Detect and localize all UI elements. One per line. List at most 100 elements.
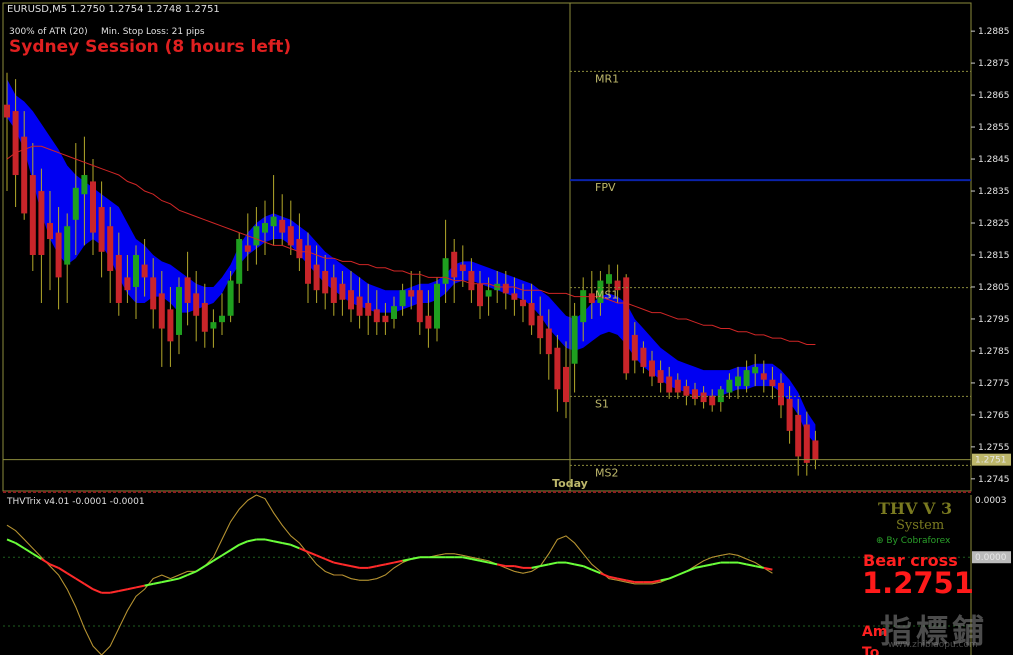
trix-slow-segment (144, 582, 154, 587)
trix-slow-segment (660, 577, 670, 582)
trix-slow-segment (711, 561, 722, 566)
candle-body (563, 366, 569, 403)
candle-body (391, 306, 397, 319)
price-axis: 1.2885 1.2875 1.2865 1.2855 1.2845 1.2835 1.28… (971, 27, 1011, 485)
candle-body (640, 347, 647, 367)
atr-text: 300% of ATR (20) (9, 27, 88, 37)
candle-body (812, 440, 819, 460)
candle-body (692, 389, 698, 399)
candle-body (795, 414, 802, 457)
candle-body (219, 315, 225, 323)
candle-body (227, 280, 234, 316)
candle-body (305, 245, 311, 284)
candle (717, 386, 724, 412)
price-tick-label: 1.2825 (978, 219, 1010, 229)
candle-body (468, 270, 475, 291)
candle-body (683, 386, 690, 396)
candle (133, 245, 139, 319)
trix-slow-segment (410, 556, 421, 560)
trix-slow-segment (187, 570, 197, 576)
candle-body (752, 366, 759, 374)
top-tag: 0.0003 (975, 496, 1007, 506)
trix-slow-segment (15, 542, 25, 550)
candle-body (786, 398, 793, 431)
candle (399, 283, 406, 316)
trix-slow-segment (548, 561, 558, 566)
candle-body (373, 309, 380, 323)
trix-slow-segment (763, 566, 773, 571)
candle-body (253, 226, 260, 246)
copyright-icon: ⊕ (876, 536, 887, 546)
candle-body (313, 264, 320, 291)
stop-loss-text: Min. Stop Loss: 21 pips (101, 27, 205, 37)
candle-body (769, 379, 776, 387)
candle (253, 207, 260, 265)
candle-body (451, 251, 458, 278)
trix-slow-segment (247, 538, 257, 543)
trix-slow-segment (135, 584, 145, 589)
trix-slow-segment (118, 588, 128, 592)
candle-body (416, 290, 423, 323)
level-label: MS2 (595, 466, 618, 479)
candle-body (115, 254, 122, 303)
trix-indicator: 0.0000 0.0003 (3, 494, 1011, 655)
candle-body (580, 290, 587, 323)
trix-slow-segment (703, 563, 713, 568)
trix-slow-segment (212, 554, 223, 562)
trix-slow-segment (23, 547, 34, 555)
candle-body (434, 283, 440, 329)
price-tick-label: 1.2745 (978, 475, 1010, 485)
watermark-url: www.zhibiaopu.com (888, 640, 978, 650)
candle-body (158, 293, 165, 329)
price-tick-label: 1.2785 (978, 347, 1010, 357)
candle-body (141, 264, 148, 278)
price-tick-label: 1.2835 (978, 187, 1010, 197)
price-tick-label: 1.2805 (978, 283, 1010, 293)
candle-body (356, 296, 363, 316)
candle-body (425, 315, 432, 329)
candle-body (382, 315, 389, 323)
trix-slow-segment (75, 577, 85, 585)
price-tick-label: 1.2875 (978, 59, 1010, 69)
main-frame (2, 2, 972, 492)
candle (90, 159, 96, 255)
trix-slow-segment (694, 565, 704, 569)
trix-slow-segment (161, 579, 171, 584)
price-chart[interactable]: TodayMR1FPVMS1S1MS2 1.28851.28751.28651.… (0, 0, 1013, 655)
candle-body (631, 334, 638, 361)
signal-price: 1.2751 (862, 566, 974, 600)
price-tick-label: 1.2845 (978, 155, 1010, 165)
price-tick-label: 1.2755 (978, 443, 1010, 453)
symbol-line: EURUSD,M5 1.2750 1.2754 1.2748 1.2751 (7, 4, 220, 15)
candle (434, 277, 440, 342)
candle-body (700, 392, 707, 403)
panel-tag-2: To (862, 645, 880, 655)
candle-body (47, 223, 53, 240)
candle-body (262, 223, 268, 233)
trix-slow-segment (582, 565, 593, 571)
candle-body (709, 395, 716, 406)
candle-body (649, 360, 655, 377)
candle-body (657, 370, 664, 383)
trix-slow-segment (170, 577, 180, 582)
candle (176, 277, 182, 355)
trix-slow-segment (625, 579, 636, 584)
price-tick-label: 1.2865 (978, 91, 1010, 101)
price-tick-label: 1.2885 (978, 27, 1010, 37)
candle (262, 200, 268, 255)
candle-body (81, 175, 88, 195)
candle-body (64, 226, 71, 265)
candle-body (520, 299, 526, 307)
trix-slow-segment (264, 538, 274, 543)
candle-body (210, 322, 217, 329)
trix-fast-line (6, 494, 773, 655)
indicator-label: THVTrix v4.01 -0.0001 -0.0001 (7, 497, 145, 507)
trix-slow-segment (195, 565, 206, 573)
trix-slow-segment (290, 543, 300, 550)
trix-slow-segment (402, 558, 412, 562)
candle-body (98, 207, 105, 252)
zero-tag: 0.0000 (975, 553, 1007, 563)
trix-slow-segment (127, 586, 137, 591)
candle-body (201, 302, 208, 332)
candle (184, 251, 191, 326)
